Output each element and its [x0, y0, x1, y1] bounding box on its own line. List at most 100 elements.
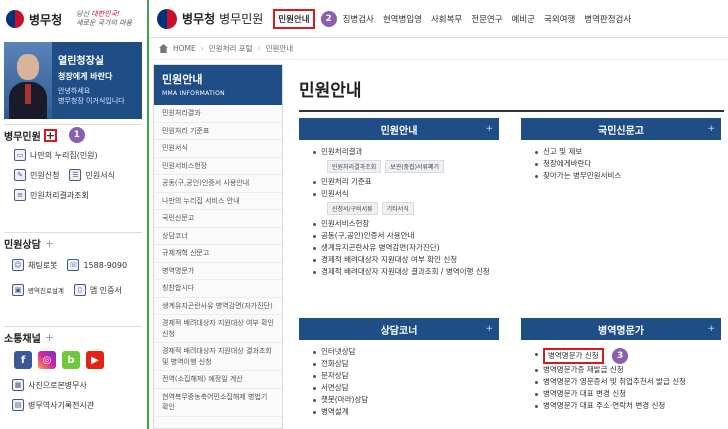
crumb-home[interactable]: HOME	[173, 44, 196, 53]
lnb-item[interactable]: 경제적 배려대상자 지원대상 여부 확인 신청	[154, 315, 282, 343]
gnb-item-5[interactable]: 전문연구	[471, 13, 502, 25]
gnb-sub[interactable]: 병무민원	[219, 10, 263, 27]
my-homepage-link[interactable]: ▭ 나만의 누리집(민원)	[14, 149, 98, 161]
list-item[interactable]: 민원서비스헌장	[313, 218, 495, 230]
list-item[interactable]: 민원처리 기준표	[313, 176, 495, 188]
photo-history-link[interactable]: ▦ 사진으로본병무사	[4, 375, 142, 395]
list-item[interactable]: 챗봇(마라)상담	[313, 394, 495, 406]
list-item[interactable]: 병역명문가증 재발급 신청	[535, 364, 717, 376]
blog-icon[interactable]: b	[62, 351, 80, 369]
robot-icon: ☺	[12, 259, 24, 271]
list-item[interactable]: 전화상담	[313, 358, 495, 370]
box-sangdam-more[interactable]: +	[485, 324, 493, 334]
minwon-plus-button[interactable]: +	[43, 128, 57, 142]
crumb-portal[interactable]: 민원처리 포털	[209, 43, 253, 54]
box-myeongmunga-more[interactable]: +	[707, 324, 715, 334]
result-link[interactable]: ≡ 민원처리결과조회	[14, 189, 89, 201]
lnb-item[interactable]: 국민신문고	[154, 210, 282, 228]
list-item[interactable]: 찾아가는 병무민원서비스	[535, 170, 717, 182]
list-item[interactable]: 병역명문가 영문증서 및 취업추천서 발급 신청	[535, 376, 717, 388]
slogan: 당신 대한민국! 새로운 국가의 마음	[76, 10, 132, 28]
list-item[interactable]: 병역명문가 대표 변경 신청	[535, 388, 717, 400]
sotong-plus-button[interactable]: +	[45, 331, 54, 344]
phone-link[interactable]: ☏ 1588-9090	[67, 259, 127, 271]
chatbot-link[interactable]: ☺ 채팅로봇	[12, 259, 57, 271]
list-item[interactable]: 경제적 배려대상자 지원대상 여부 확인 신청	[313, 254, 495, 266]
box-sinmungo-more[interactable]: +	[707, 124, 715, 134]
apply-label: 민원신청	[30, 170, 60, 180]
gnb-item-7[interactable]: 국외여행	[544, 13, 575, 25]
crumb-sep: ›	[257, 44, 261, 53]
youtube-icon[interactable]: ▶	[86, 351, 104, 369]
gnb-item-6[interactable]: 예비군	[512, 13, 535, 25]
banner-text: 열린청장실 청장에게 바란다 안녕하세요 병무청장 이거식입니다	[52, 42, 125, 119]
list-item[interactable]: 신고 및 제보	[535, 146, 717, 158]
list-item[interactable]: 서면상담	[313, 382, 495, 394]
list-item[interactable]: 민원서식	[313, 188, 495, 200]
forms-link[interactable]: ☰ 민원서식	[69, 169, 115, 181]
box-sangdam-body: 인터넷상담 전화상담 문자상담 서면상담 챗봇(마라)상담 병역설계	[299, 340, 499, 418]
commissioner-banner[interactable]: 열린청장실 청장에게 바란다 안녕하세요 병무청장 이거식입니다	[4, 42, 142, 119]
list-item[interactable]: 병역설계	[313, 406, 495, 418]
sangdam-section: 민원상담 + ☺ 채팅로봇 ☏ 1588-9090 ▣ 병역진로설계 ▯ 앱 인…	[4, 232, 142, 303]
sangdam-title: 민원상담	[4, 239, 41, 251]
lnb-item[interactable]: 현역복무중농축어민소집해제 병법기 확인	[154, 389, 282, 417]
lnb-item[interactable]: 생계유지곤란사유 병역감면(자가진단)	[154, 298, 282, 315]
career-link[interactable]: ▣ 병역진로설계	[12, 284, 64, 296]
lnb-item[interactable]: 민원서비스헌장	[154, 158, 282, 175]
box-sangdam-header[interactable]: 상담코너 +	[299, 318, 499, 340]
tag-button[interactable]: 신청서/구비서류	[327, 202, 378, 215]
lnb-item[interactable]: 칭찬합시다	[154, 280, 282, 298]
list-item[interactable]: 민원처리결과	[313, 146, 495, 158]
lnb-item[interactable]: 공동(구,공인)인증서 사용안내	[154, 175, 282, 193]
list-item[interactable]: 공동(구,공인)인증서 사용안내	[313, 230, 495, 242]
lnb-item[interactable]: 상담코너	[154, 228, 282, 245]
facebook-icon[interactable]: f	[14, 351, 32, 369]
forms-label: 민원서식	[85, 170, 115, 180]
left-logo-row: 병무청 당신 대한민국! 새로운 국가의 마음	[0, 0, 147, 38]
archive-link[interactable]: ▤ 병무역사기록전시관	[4, 395, 142, 415]
lnb-item[interactable]: 경제적 배려대상자 지원대상 결과조회 및 병역이행 신청	[154, 343, 282, 371]
list-item[interactable]: 생계유지곤란사유 병역감면(자가진단)	[313, 242, 495, 254]
callout-3: 3	[612, 348, 629, 364]
app-cert-link[interactable]: ▯ 앱 인증서	[73, 284, 122, 296]
gnb-logo[interactable]: 병무청	[182, 10, 215, 27]
myeongmunga-apply-link[interactable]: 병역명문가 신청	[543, 348, 604, 364]
gnb-item-4[interactable]: 사회복무	[431, 13, 462, 25]
crumb-current[interactable]: 민원안내	[266, 43, 294, 54]
box-myeongmunga-header[interactable]: 병역명문가 +	[521, 318, 721, 340]
box-minwon-guide-more[interactable]: +	[485, 124, 493, 134]
gnb-item-minwon-guide[interactable]: 민원안내	[273, 8, 315, 29]
lnb-item[interactable]: 민원처리결과	[154, 105, 282, 123]
lnb-item[interactable]: 나만의 누리집 서비스 안내	[154, 193, 282, 210]
gnb-item-3[interactable]: 현역병입영	[383, 13, 422, 25]
box-minwon-guide-title: 민원안내	[380, 125, 418, 137]
my-homepage-label: 나만의 누리집(민원)	[30, 150, 98, 160]
apply-link[interactable]: ✎ 민원신청	[14, 169, 59, 181]
taegeuk-emblem-icon	[6, 10, 24, 28]
lnb-item[interactable]: 전역(소집해제) 예정일 계산	[154, 371, 282, 389]
tag-row: 신청서/구비서류 기타서식	[327, 202, 495, 215]
lnb-item[interactable]: 규제개혁 신문고	[154, 245, 282, 263]
list-item[interactable]: 경제적 배려대상자 지원대상 결과조회 / 병역이행 신청	[313, 266, 495, 278]
tag-button[interactable]: 보관(중첩)서류폐기	[385, 160, 445, 173]
lnb-item[interactable]: 민원처리 기준표	[154, 123, 282, 140]
lnb-item[interactable]: 병역명문가	[154, 263, 282, 280]
sangdam-plus-button[interactable]: +	[45, 237, 54, 250]
tag-button[interactable]: 기타서식	[381, 202, 414, 215]
left-logo-text[interactable]: 병무청	[29, 11, 62, 28]
list-item[interactable]: 청장에게바란다	[535, 158, 717, 170]
box-myeongmunga-title: 병역명문가	[598, 325, 644, 337]
box-minwon-guide-header[interactable]: 민원안내 +	[299, 118, 499, 140]
gnb-item-2[interactable]: 징병검사	[343, 13, 374, 25]
list-item[interactable]: 병역명문가 대표 주소·연락처 변경 신청	[535, 400, 717, 412]
gnb-item-8[interactable]: 병역판정검사	[584, 13, 631, 25]
career-icon: ▣	[12, 284, 24, 296]
sangdam-row1: ☺ 채팅로봇 ☏ 1588-9090	[4, 253, 142, 277]
instagram-icon[interactable]: ◎	[38, 351, 56, 369]
list-item[interactable]: 인터넷상담	[313, 346, 495, 358]
box-sinmungo-header[interactable]: 국민신문고 +	[521, 118, 721, 140]
lnb-item[interactable]: 민원서식	[154, 140, 282, 158]
tag-button[interactable]: 민원처리결과조회	[327, 160, 382, 173]
list-item[interactable]: 문자상담	[313, 370, 495, 382]
